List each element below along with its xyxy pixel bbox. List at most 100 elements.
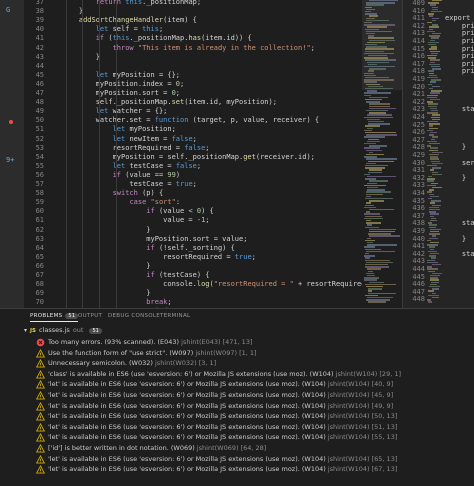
problem-source: jshint(E043) [471, 13] [181, 338, 253, 346]
problem-row[interactable]: 'let' is available in ES6 (use 'esversio… [36, 464, 472, 475]
code-line[interactable]: 48 self._positionMap.set(item.id, myPosi… [24, 98, 392, 107]
code-line[interactable]: 52 let newItem = false; [24, 135, 392, 144]
problem-row[interactable]: 'let' is available in ES6 (use 'esversio… [36, 432, 472, 443]
problem-row[interactable]: ['id'] is better written in dot notation… [36, 443, 472, 454]
indent-guide [82, 0, 83, 308]
code-line[interactable]: 50 watcher.set = function (target, p, va… [24, 116, 392, 125]
code-line[interactable]: 53 resortRequired = false; [24, 144, 392, 153]
problem-row[interactable]: 'class' is available in ES6 (use 'esvers… [36, 369, 472, 380]
minimap-line [369, 107, 396, 110]
problem-row[interactable]: Use the function form of "use strict". (… [36, 348, 472, 359]
breakpoint-indicator[interactable] [9, 120, 13, 124]
problem-row[interactable]: 'let' is available in ES6 (use 'esversio… [36, 390, 472, 401]
code-text: } [62, 261, 151, 270]
problem-row[interactable]: 'let' is available in ES6 (use 'esversio… [36, 422, 472, 433]
minimap-line [364, 147, 380, 149]
problem-message: 'class' is available in ES6 (use 'esvers… [48, 369, 336, 378]
warning-icon [36, 422, 45, 432]
code-line[interactable]: 41 if (this._positionMap.has(item.id)) { [24, 34, 392, 43]
tab-debug-console[interactable]: DEBUG CONSOLE [108, 313, 160, 319]
code-line[interactable]: 64 if (!self._sorting) { [24, 244, 392, 253]
problem-row[interactable]: Unnecessary semicolon. (W032) jshint(W03… [36, 358, 472, 369]
code-line[interactable]: 49 let watcher = {}; [24, 107, 392, 116]
code-line[interactable]: 70 break; [24, 298, 392, 307]
problem-source: jshint(W069) [64, 28] [196, 444, 267, 452]
minimap-viewport-slider[interactable] [362, 0, 402, 90]
code-line[interactable]: 66 } [24, 262, 392, 271]
code-editor[interactable]: 37 return this._positionMap; 38 } 39 addSo… [24, 0, 392, 308]
code-line[interactable]: 68 console.log("resortRequired = " + res… [24, 280, 392, 289]
code-line[interactable]: 51 let myPosition; [24, 125, 392, 134]
line-number: 41 [35, 34, 44, 43]
minimap-line [365, 239, 375, 242]
tab-output[interactable]: OUTPUT [78, 313, 102, 319]
minimap-line [365, 257, 370, 259]
code-line[interactable]: 60 if (value < 0) { [24, 207, 392, 216]
line-number: 68 [35, 280, 44, 289]
problem-row[interactable]: 'let' is available in ES6 (use 'esversio… [36, 379, 472, 390]
minimap-line [364, 116, 393, 118]
code-line[interactable]: 40 let self = this; [24, 25, 392, 34]
code-line[interactable]: 43 } [24, 53, 392, 62]
problem-row[interactable]: Too many errors. (93% scanned). (E043) j… [36, 337, 472, 348]
file-name: classes.js [39, 326, 70, 334]
code-line[interactable]: 42 throw "This item is already in the co… [24, 44, 392, 53]
code-line[interactable]: 62 } [24, 226, 392, 235]
problem-text: 'let' is available in ES6 (use 'esversio… [48, 411, 397, 422]
tab-problems[interactable]: PROBLEMS 51 [30, 313, 79, 322]
minimap-line [365, 178, 376, 180]
problems-file-header[interactable]: ▾ JS classes.js out 51 [24, 326, 102, 336]
code-line[interactable]: 59 case "sort": [24, 198, 392, 207]
peek-editor[interactable]: 409410411export c412 priva413 priva414 p… [402, 0, 474, 308]
code-line[interactable]: 44 [24, 62, 392, 71]
code-line[interactable]: 39 addSortChangeHandler(item) { [24, 16, 392, 25]
minimap-line [367, 237, 371, 239]
code-line[interactable]: 46 myPosition.index = 0; [24, 80, 392, 89]
code-line[interactable]: 69 } [24, 289, 392, 298]
code-line[interactable]: 67 if (testCase) { [24, 271, 392, 280]
minimap-line [367, 268, 381, 270]
problem-row[interactable]: 'let' is available in ES6 (use 'esversio… [36, 401, 472, 412]
minimap-line [369, 228, 396, 231]
code-line[interactable]: 65 resortRequired = true; [24, 253, 392, 262]
problem-source: jshint(W097) [1, 1] [195, 348, 257, 357]
problem-row[interactable]: 'let' is available in ES6 (use 'esversio… [36, 454, 472, 465]
minimap[interactable] [362, 0, 402, 308]
minimap-line [366, 101, 380, 103]
problem-message: Unnecessary semicolon. (W032) [48, 359, 155, 368]
problem-message: 'let' is available in ES6 (use 'esversio… [48, 380, 328, 389]
minimap-line [366, 154, 384, 156]
line-number: 49 [35, 107, 44, 116]
code-text: myPosition.index = 0; [62, 79, 185, 88]
notification-badge[interactable]: 9+ [6, 156, 14, 164]
code-text: resortRequired = true; [62, 252, 256, 261]
code-line[interactable]: 38 } [24, 7, 392, 16]
line-number: 70 [35, 298, 44, 307]
code-line[interactable]: 45 let myPosition = {}; [24, 71, 392, 80]
line-number: 55 [35, 161, 44, 170]
minimap-line [366, 162, 376, 165]
problem-row[interactable]: 'let' is available in ES6 (use 'esversio… [36, 411, 472, 422]
warning-icon [36, 465, 45, 474]
code-line[interactable]: 54 myPosition = self._positionMap.get(re… [24, 153, 392, 162]
line-number: 57 [35, 180, 44, 188]
tab-terminal[interactable]: TERMINAL [160, 313, 190, 319]
code-line[interactable]: 63 myPosition.sort = value; [24, 235, 392, 244]
code-line[interactable]: 47 myPosition.sort = 0; [24, 89, 392, 98]
code-line[interactable]: 58 switch (p) { [24, 189, 392, 198]
code-line[interactable]: 61 value = -1; [24, 216, 392, 225]
peek-line[interactable]: 448 [403, 295, 474, 304]
minimap-line [369, 235, 400, 237]
problems-panel: PROBLEMS 51 OUTPUT DEBUG CONSOLE TERMINAL ▾ J… [0, 308, 474, 486]
code-line[interactable]: 37 return this._positionMap; [24, 0, 392, 7]
code-line[interactable]: 56 if (value == 99) [24, 171, 392, 180]
problem-source: jshint(W104) [67, 13] [327, 465, 398, 474]
git-changes-icon[interactable]: G [6, 6, 10, 14]
problem-text: 'let' is available in ES6 (use 'esversio… [48, 422, 397, 433]
code-line[interactable]: 57 testCase = true; [24, 180, 392, 189]
code-text: let self = this; [95, 25, 164, 34]
code-line[interactable]: 55 let testCase = false; [24, 162, 392, 171]
warning-icon [36, 454, 45, 464]
problem-text: 'let' is available in ES6 (use 'esversio… [48, 454, 397, 465]
minimap-line [367, 189, 385, 191]
